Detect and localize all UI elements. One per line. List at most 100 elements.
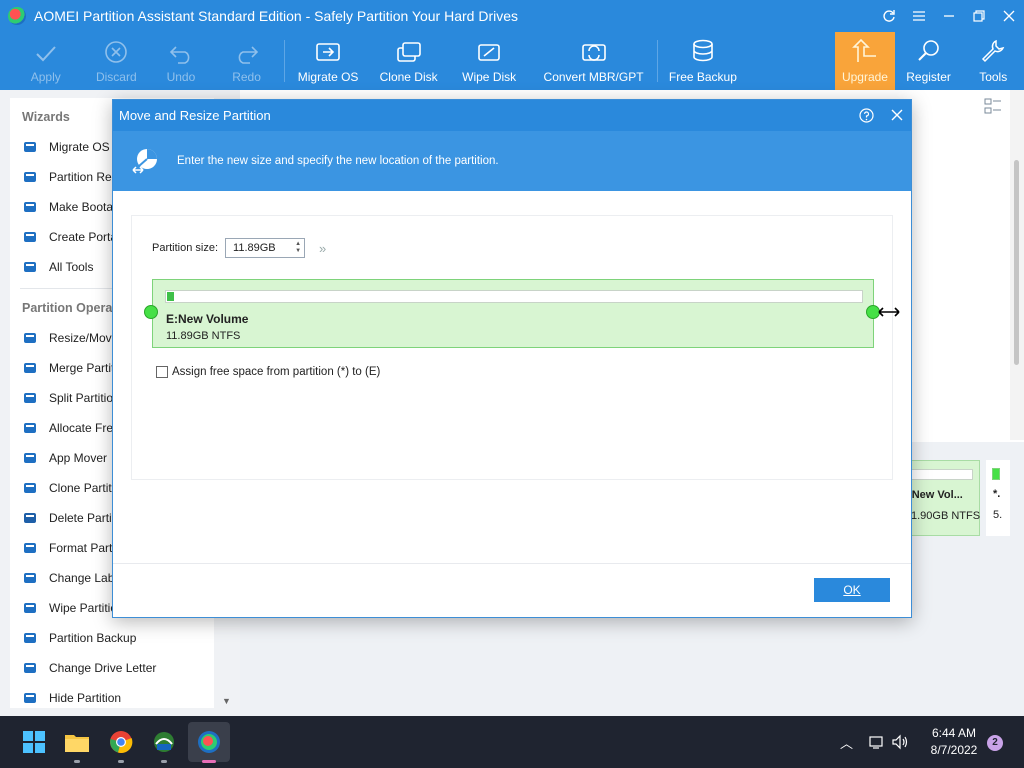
main-scrollbar[interactable] (1010, 90, 1024, 440)
sidebar-item-label: Change Drive Letter (49, 661, 157, 675)
partition-name: E:New Volume (166, 312, 249, 326)
backup-icon (22, 630, 38, 646)
sidebar-item-label: App Mover (49, 451, 108, 465)
clone-disk-button[interactable]: Clone Disk (371, 32, 447, 90)
clock-time: 6:44 AM (931, 726, 977, 740)
assign-checkbox[interactable] (156, 366, 168, 378)
toolbar: Apply Discard Undo Redo Migrate OS Clone… (0, 32, 1024, 90)
free-backup-label: Free Backup (668, 70, 737, 84)
sidebar-item-label: Partition Backup (49, 631, 137, 645)
allocate-icon (22, 420, 38, 436)
sidebar-item-label: Change Labe (49, 571, 122, 585)
trash-icon (22, 510, 38, 526)
partition-size-input[interactable]: 11.89GB ▲ ▼ (225, 238, 306, 258)
apply-button[interactable]: Apply (0, 32, 91, 90)
sidebar-item-label: Allocate Free (49, 421, 120, 435)
partition-usage-fill (167, 292, 174, 301)
key-search-icon (917, 40, 939, 61)
upgrade-label: Upgrade (841, 70, 888, 84)
size-spinner[interactable]: ▲ ▼ (295, 241, 301, 255)
extra-partition-name: *. (993, 488, 1001, 500)
undo-button[interactable]: Undo (141, 32, 221, 90)
assign-free-space-option[interactable]: Assign free space from partition (*) to … (156, 366, 380, 378)
migrate-icon (22, 139, 38, 155)
sidebar-item-label: All Tools (49, 260, 94, 274)
checkmark-icon (36, 46, 56, 62)
convert-mbr-gpt-button[interactable]: Convert MBR/GPT (532, 32, 655, 90)
chrome-icon[interactable] (107, 728, 135, 756)
network-app-icon[interactable] (150, 728, 178, 756)
app-mover-icon (22, 450, 38, 466)
split-icon (22, 390, 38, 406)
format-icon (22, 540, 38, 556)
window-title: AOMEI Partition Assistant Standard Editi… (34, 8, 519, 24)
partition-usage-bar (165, 290, 863, 303)
migrate-os-button[interactable]: Migrate OS (285, 32, 371, 90)
network-status-icon[interactable] (867, 734, 885, 750)
close-button[interactable] (994, 0, 1024, 32)
dialog-close-icon[interactable] (888, 106, 906, 124)
background-partition-info: 1.90GB NTFS (911, 510, 981, 522)
sidebar-item-change-drive-letter[interactable]: Change Drive Letter (10, 653, 214, 683)
upgrade-button[interactable]: Upgrade (835, 32, 895, 90)
volume-icon[interactable] (891, 734, 909, 750)
restore-button[interactable] (964, 0, 994, 32)
wipe-disk-icon (478, 44, 500, 61)
help-icon[interactable] (859, 108, 874, 123)
sidebar-item-label: Delete Partiti (49, 511, 118, 525)
free-backup-button[interactable]: Free Backup (658, 32, 747, 90)
refresh-icon[interactable] (874, 0, 904, 32)
sidebar-item-label: Split Partition (49, 391, 120, 405)
sidebar-item-label: Create Porta (49, 230, 118, 244)
sidebar-item-label: Merge Partiti (49, 361, 118, 375)
migrate-os-icon (316, 43, 340, 61)
taskbar-indicator (118, 760, 124, 763)
convert-icon (581, 44, 606, 61)
sidebar-item-label: Hide Partition (49, 691, 122, 705)
left-resize-handle[interactable] (144, 305, 158, 319)
drive-letter-icon (22, 660, 38, 676)
discard-button[interactable]: Discard (91, 32, 141, 90)
sidebar-item-partition-backup[interactable]: Partition Backup (10, 623, 214, 653)
scrollbar-thumb[interactable] (1014, 160, 1019, 365)
scroll-down-arrow-icon[interactable]: ▼ (222, 696, 231, 706)
aomei-logo-icon (8, 7, 26, 25)
background-partition[interactable]: : New Vol... 1.90GB NTFS (900, 460, 980, 536)
clock-date: 8/7/2022 (930, 743, 978, 757)
partition-block[interactable]: E:New Volume 11.89GB NTFS (152, 279, 874, 348)
active-taskbar-indicator (202, 760, 216, 763)
sidebar-item-label: Make Bootab (49, 200, 120, 214)
redo-button[interactable]: Redo (221, 32, 273, 90)
show-hidden-icons-chevron-icon[interactable]: ︿ (840, 733, 853, 752)
apply-label: Apply (30, 70, 61, 84)
dialog-banner: Enter the new size and specify the new l… (113, 131, 911, 191)
file-explorer-icon[interactable] (63, 728, 91, 756)
menu-icon[interactable] (904, 0, 934, 32)
windows-start-icon[interactable] (20, 728, 48, 756)
dialog-title: Move and Resize Partition (119, 108, 271, 123)
tools-label: Tools (979, 70, 1008, 84)
view-toggle-icon[interactable] (982, 96, 1004, 118)
register-button[interactable]: Register (895, 32, 963, 90)
minimize-button[interactable] (934, 0, 964, 32)
resize-icon (22, 330, 38, 346)
ok-button[interactable]: OK (814, 578, 890, 602)
title-bar: AOMEI Partition Assistant Standard Editi… (0, 0, 1024, 32)
expand-chevron-icon[interactable]: » (319, 241, 326, 256)
background-partition-extra[interactable]: *. 5. (986, 460, 1010, 536)
redo-label: Redo (232, 70, 261, 84)
sidebar-item-hide-partition[interactable]: Hide Partition (10, 683, 214, 713)
tools-button[interactable]: Tools (962, 32, 1024, 90)
sidebar-item-label: Format Partit (49, 541, 119, 555)
discard-label: Discard (95, 70, 137, 84)
sidebar-item-label: Clone Partitio (49, 481, 122, 495)
recovery-icon (22, 169, 38, 185)
undo-label: Undo (166, 70, 196, 84)
aomei-taskbar-icon[interactable] (195, 728, 223, 756)
extra-partition-info: 5. (993, 509, 1003, 521)
partition-size-value: 11.89GB (233, 242, 276, 254)
system-clock[interactable]: 6:44 AM 8/7/2022 (918, 725, 990, 759)
wipe-disk-button[interactable]: Wipe Disk (446, 32, 532, 90)
label-icon (22, 570, 38, 586)
notification-badge[interactable]: 2 (987, 735, 1003, 751)
